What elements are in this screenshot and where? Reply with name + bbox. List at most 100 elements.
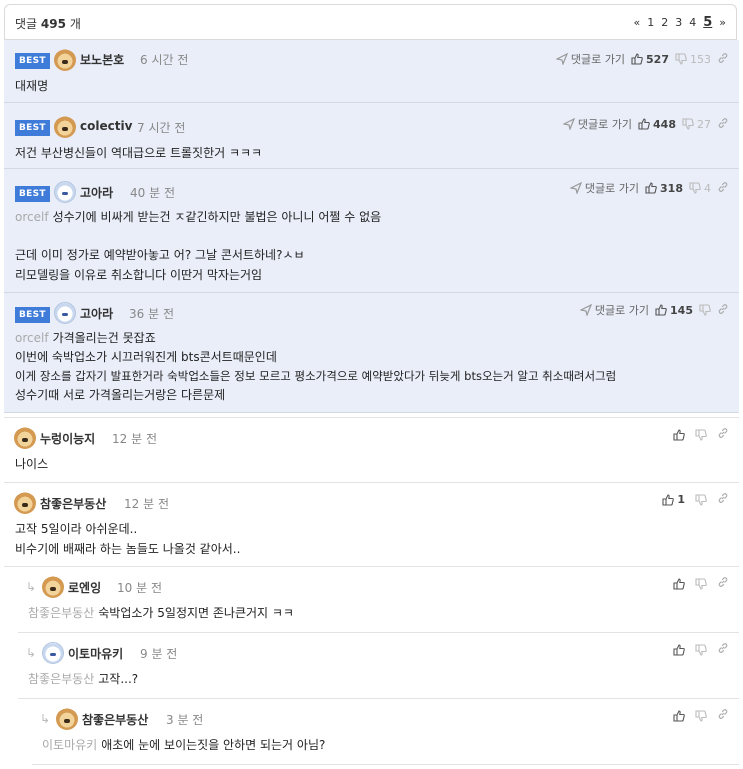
pager-page-2[interactable]: 2 xyxy=(661,16,668,29)
comment-body: 참좋은부동산 숙박업소가 5일정지면 존나큰거지 ㅋㅋ xyxy=(28,603,294,623)
comment-item: BEST colectiv 7 시간 전 댓글로 가기 448 27 저건 부산… xyxy=(4,103,739,169)
dislike-button[interactable] xyxy=(695,577,707,590)
count-suffix: 개 xyxy=(69,17,81,31)
best-badge: BEST xyxy=(15,120,50,136)
comment-author[interactable]: 참좋은부동산 xyxy=(40,495,106,512)
like-button[interactable] xyxy=(673,709,685,722)
like-button[interactable]: 527 xyxy=(631,53,669,66)
comment-author[interactable]: 보노본호 xyxy=(80,51,124,68)
comment-body: 참좋은부동산 고작...? xyxy=(28,669,138,689)
link-icon xyxy=(717,52,729,64)
link-button[interactable] xyxy=(717,708,729,723)
thumbs-up-icon xyxy=(655,304,667,316)
pager-page-3[interactable]: 3 xyxy=(675,16,682,29)
like-count: 1 xyxy=(677,493,685,506)
comment-author[interactable]: 누렁이능지 xyxy=(40,430,95,447)
dislike-button[interactable] xyxy=(699,304,711,316)
avatar[interactable] xyxy=(42,642,64,664)
pager-page-1[interactable]: 1 xyxy=(647,16,654,29)
avatar[interactable] xyxy=(54,49,76,71)
link-button[interactable] xyxy=(717,642,729,657)
thumbs-down-icon xyxy=(695,643,707,656)
comment-body: 나이스 xyxy=(15,454,48,474)
reply-target[interactable]: 참좋은부동산 xyxy=(28,672,94,686)
comment-item: BEST 보노본호 6 시간 전 댓글로 가기 527 153 대재명 xyxy=(4,40,739,103)
goto-reply-label: 댓글로 가기 xyxy=(584,182,640,195)
dislike-button[interactable]: 27 xyxy=(682,118,711,131)
like-button[interactable]: 145 xyxy=(655,304,693,317)
reply-target[interactable]: orcelf xyxy=(15,331,49,345)
like-button[interactable] xyxy=(673,643,685,656)
comment-actions: 1 xyxy=(662,492,729,507)
reply-item: ↳ 로엔잉 10 분 전 참좋은부동산 숙박업소가 5일정지면 존나큰거지 ㅋㅋ xyxy=(18,567,739,633)
like-button[interactable]: 318 xyxy=(645,182,683,195)
comment-body: orcelf 성수기에 비싸게 받는건 ㅈ같긴하지만 불법은 아니니 어쩔 수 없… xyxy=(15,207,381,285)
like-button[interactable] xyxy=(673,428,685,441)
avatar[interactable] xyxy=(54,181,76,203)
goto-reply-button[interactable]: 댓글로 가기 xyxy=(555,51,625,67)
avatar[interactable] xyxy=(14,492,36,514)
best-badge: BEST xyxy=(15,307,50,323)
pager-next[interactable]: » xyxy=(719,16,726,29)
comment-time: 12 분 전 xyxy=(124,497,169,511)
comment-body: 대재명 xyxy=(15,76,48,96)
thumbs-up-icon xyxy=(673,428,685,441)
dislike-button[interactable] xyxy=(695,709,707,722)
dislike-button[interactable]: 153 xyxy=(675,53,711,66)
link-icon xyxy=(717,576,729,588)
reply-target[interactable]: 이토마유키 xyxy=(42,738,97,752)
comment-author[interactable]: 고아라 xyxy=(80,184,113,201)
comment-body: 저건 부산병신들이 역대급으로 트롤짓한거 ㅋㅋㅋ xyxy=(15,143,262,163)
avatar[interactable] xyxy=(42,576,64,598)
comment-line: 리모델링을 이유로 취소합니다 이딴거 막자는거임 xyxy=(15,268,263,282)
comment-actions xyxy=(673,708,729,723)
count-prefix: 댓글 xyxy=(15,17,38,31)
comment-author[interactable]: 로엔잉 xyxy=(68,579,101,596)
reply-target[interactable]: 참좋은부동산 xyxy=(28,606,94,620)
thumbs-down-icon xyxy=(695,493,707,506)
comment-author[interactable]: 이토마유키 xyxy=(68,645,123,662)
comments-panel: 댓글 495 개 « 1 2 3 4 5 » BEST 보노본호 6 시간 전 … xyxy=(0,0,743,769)
link-button[interactable] xyxy=(717,576,729,591)
link-button[interactable] xyxy=(717,117,729,132)
thumbs-down-icon xyxy=(695,709,707,722)
comment-line: 성수기에 비싸게 받는건 ㅈ같긴하지만 불법은 아니니 어쩔 수 없음 xyxy=(52,210,382,224)
comment-item: BEST 고아라 40 분 전 댓글로 가기 318 4 orcelf 성수기에 … xyxy=(4,169,739,293)
thumbs-up-icon xyxy=(673,709,685,722)
like-button[interactable] xyxy=(673,577,685,590)
comment-time: 10 분 전 xyxy=(117,581,162,595)
link-button[interactable] xyxy=(717,181,729,196)
comment-item: 참좋은부동산 12 분 전 1 고작 5일이라 아쉬운데.. 비수기에 배째라 … xyxy=(4,483,739,567)
pager-current-page[interactable]: 5 xyxy=(703,15,712,30)
dislike-button[interactable] xyxy=(695,493,707,506)
link-button[interactable] xyxy=(717,303,729,318)
comment-author[interactable]: 참좋은부동산 xyxy=(82,711,148,728)
avatar[interactable] xyxy=(54,302,76,324)
comment-body: orcelf 가격올리는건 못잡죠 이번에 숙박업소가 시끄러워진게 bts콘서트… xyxy=(15,329,616,405)
goto-reply-button[interactable]: 댓글로 가기 xyxy=(569,180,640,196)
best-badge: BEST xyxy=(15,186,50,202)
link-button[interactable] xyxy=(717,492,729,507)
like-button[interactable]: 448 xyxy=(638,118,676,131)
pager-page-4[interactable]: 4 xyxy=(689,16,696,29)
pagination: « 1 2 3 4 5 » xyxy=(633,15,726,30)
link-button[interactable] xyxy=(717,427,729,442)
reply-target[interactable]: orcelf xyxy=(15,210,49,224)
comment-author[interactable]: colectiv xyxy=(80,119,132,133)
comment-author[interactable]: 고아라 xyxy=(80,305,113,322)
dislike-button[interactable] xyxy=(695,428,707,441)
like-button[interactable]: 1 xyxy=(662,493,685,506)
link-button[interactable] xyxy=(717,52,729,67)
link-icon xyxy=(717,492,729,504)
dislike-button[interactable]: 4 xyxy=(689,182,711,195)
dislike-button[interactable] xyxy=(695,643,707,656)
comment-time: 3 분 전 xyxy=(166,713,204,727)
comment-count: 댓글 495 개 xyxy=(15,15,81,32)
pager-prev[interactable]: « xyxy=(633,16,640,29)
goto-reply-button[interactable]: 댓글로 가기 xyxy=(562,116,632,132)
avatar[interactable] xyxy=(54,116,76,138)
comment-time: 6 시간 전 xyxy=(140,53,189,67)
avatar[interactable] xyxy=(56,708,78,730)
goto-reply-button[interactable]: 댓글로 가기 xyxy=(579,302,649,318)
avatar[interactable] xyxy=(14,427,36,449)
